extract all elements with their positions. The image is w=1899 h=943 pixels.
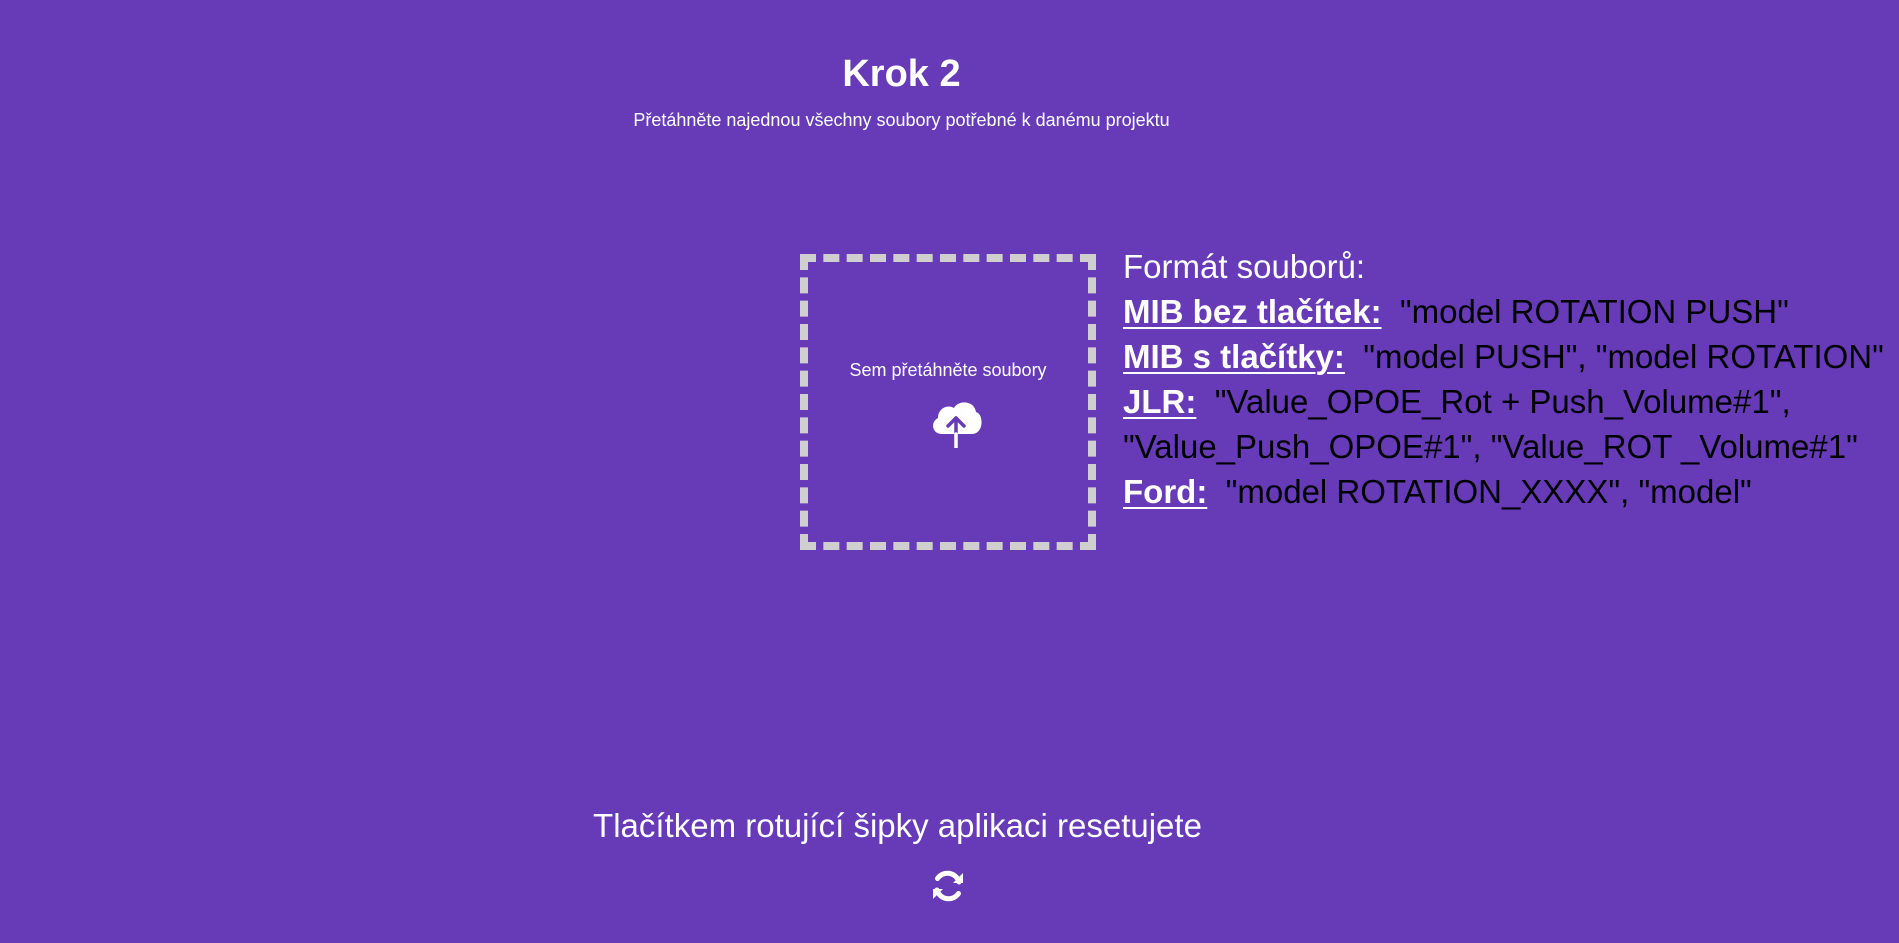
format-values-jlr: "Value_OPOE_Rot + Push_Volume#1", [1214,383,1791,420]
format-brand-jlr: JLR: [1123,383,1197,420]
format-line-ford: Ford: "model ROTATION_XXXX", "model" [1123,469,1893,514]
file-dropzone[interactable]: Sem přetáhněte soubory [800,254,1096,550]
format-heading: Formát souborů: [1123,248,1366,285]
format-values-mib-without-buttons: "model ROTATION PUSH" [1399,293,1789,330]
format-line-jlr: JLR: "Value_OPOE_Rot + Push_Volume#1", [1123,379,1893,424]
format-brand-ford: Ford: [1123,473,1208,510]
step-title: Krok 2 [842,53,961,95]
file-format-info: Formát souborů: MIB bez tlačítek: "model… [1123,244,1893,514]
format-values-jlr-continuation: "Value_Push_OPOE#1", "Value_ROT _Volume#… [1123,428,1858,465]
format-line-mib-with-buttons: MIB s tlačítky: "model PUSH", "model ROT… [1123,334,1893,379]
dropzone-label: Sem přetáhněte soubory [849,360,1047,380]
format-values-ford: "model ROTATION_XXXX", "model" [1225,473,1752,510]
format-brand-mib-without-buttons: MIB bez tlačítek: [1123,293,1382,330]
cloud-upload-icon [933,402,982,448]
refresh-icon[interactable] [928,866,968,906]
format-brand-mib-with-buttons: MIB s tlačítky: [1123,338,1345,375]
reset-instruction: Tlačítkem rotující šipky aplikaci resetu… [593,807,1202,844]
format-values-mib-with-buttons: "model PUSH", "model ROTATION" [1363,338,1884,375]
step-subtitle: Přetáhněte najednou všechny soubory potř… [633,110,1170,130]
format-line-mib-without-buttons: MIB bez tlačítek: "model ROTATION PUSH" [1123,289,1893,334]
